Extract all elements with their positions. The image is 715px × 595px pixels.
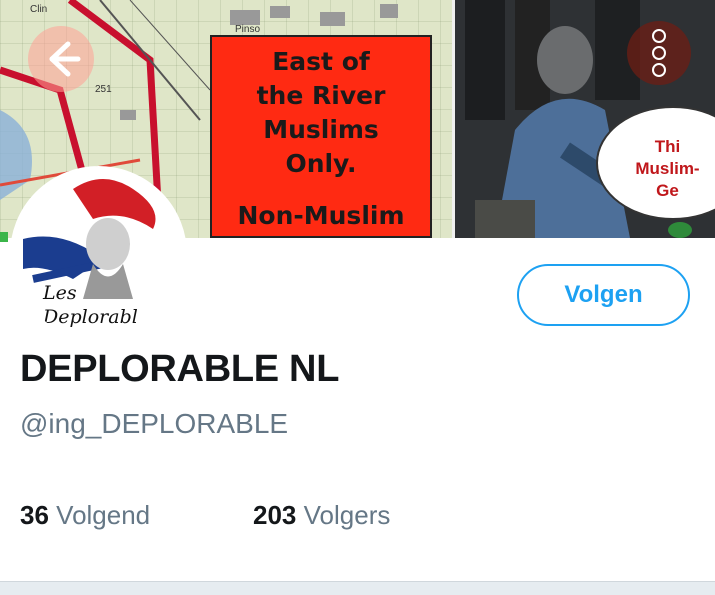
followers-count: 203 <box>253 500 297 530</box>
map-label-pinso: Pinso <box>235 24 260 35</box>
green-edge-marker <box>0 232 8 242</box>
profile-handle: @ing_DEPLORABLE <box>20 408 289 439</box>
following-stat[interactable]: 36 Volgend <box>20 500 150 531</box>
followers-stat[interactable]: 203 Volgers <box>253 500 390 531</box>
avatar[interactable]: Les Deplorabl <box>10 166 187 343</box>
back-button[interactable] <box>28 26 94 92</box>
follow-button[interactable]: Volgen <box>517 264 690 326</box>
followers-label: Volgers <box>303 500 391 530</box>
back-arrow-icon <box>49 41 81 77</box>
avatar-logo-text: Les Deplorabl <box>43 282 138 328</box>
following-count: 36 <box>20 500 49 530</box>
map-label-251: 251 <box>95 84 112 95</box>
speech-bubble-text: Thi Muslim- Ge <box>635 137 700 200</box>
section-divider <box>0 581 715 595</box>
banner-sign: East of the River Muslims Only. Non-Musl… <box>210 35 432 238</box>
following-label: Volgend <box>56 500 151 530</box>
more-options-button[interactable] <box>627 21 691 85</box>
sign-text: East of the River Muslims Only. <box>256 47 386 178</box>
profile-display-name: DEPLORABLE NL <box>20 348 340 390</box>
sign-text-2: Non-Muslim <box>237 201 405 230</box>
map-label-clin: Clin <box>30 4 47 15</box>
